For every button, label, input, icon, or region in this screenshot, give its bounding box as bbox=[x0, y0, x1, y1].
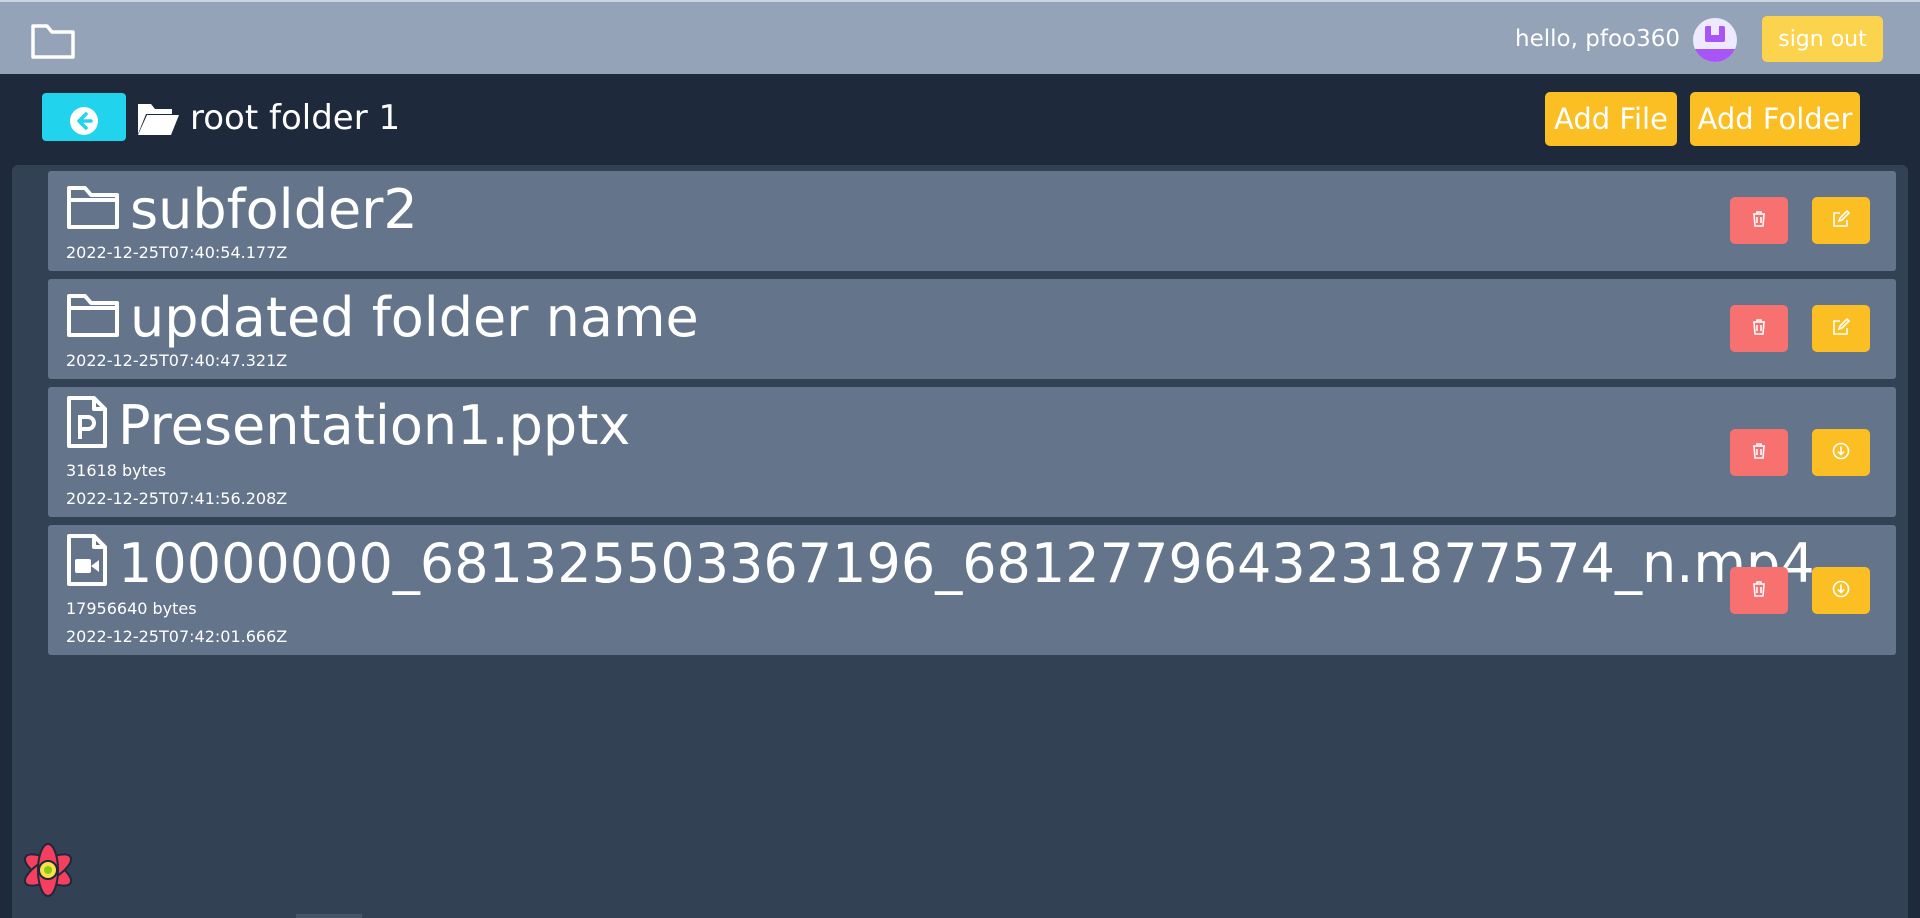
powerpoint-file-icon bbox=[67, 396, 107, 448]
list-item-file[interactable]: 10000000_681325503367196_681277964323187… bbox=[48, 525, 1896, 655]
delete-button[interactable] bbox=[1730, 567, 1788, 614]
list-item-file[interactable]: Presentation1.pptx 31618 bytes 2022-12-2… bbox=[48, 387, 1896, 517]
item-date: 2022-12-25T07:42:01.666Z bbox=[66, 627, 288, 646]
item-date: 2022-12-25T07:41:56.208Z bbox=[66, 489, 288, 508]
item-size: 17956640 bytes bbox=[66, 599, 197, 618]
item-date: 2022-12-25T07:40:47.321Z bbox=[66, 351, 288, 370]
download-button[interactable] bbox=[1812, 567, 1870, 614]
download-icon bbox=[1832, 442, 1850, 460]
file-list-panel: subfolder2 2022-12-25T07:40:54.177Z upda… bbox=[12, 165, 1908, 918]
add-folder-button[interactable]: Add Folder bbox=[1690, 92, 1860, 146]
download-icon bbox=[1832, 580, 1850, 598]
delete-button[interactable] bbox=[1730, 197, 1788, 244]
edit-button[interactable] bbox=[1812, 197, 1870, 244]
delete-button[interactable] bbox=[1730, 429, 1788, 476]
top-navbar: hello, pfoo360 sign out bbox=[0, 0, 1920, 74]
folder-icon bbox=[67, 186, 119, 229]
edit-icon bbox=[1833, 209, 1851, 227]
arrow-left-circle-icon bbox=[70, 107, 98, 135]
item-date: 2022-12-25T07:40:54.177Z bbox=[66, 243, 288, 262]
greeting-text: hello, pfoo360 bbox=[1515, 26, 1680, 52]
edit-button[interactable] bbox=[1812, 305, 1870, 352]
item-name[interactable]: subfolder2 bbox=[130, 183, 418, 237]
item-name[interactable]: 10000000_681325503367196_681277964323187… bbox=[118, 537, 1815, 591]
back-button[interactable] bbox=[42, 93, 126, 141]
delete-button[interactable] bbox=[1730, 305, 1788, 352]
edit-icon bbox=[1833, 317, 1851, 335]
folder-open-icon bbox=[138, 104, 179, 135]
sign-out-button[interactable]: sign out bbox=[1762, 16, 1883, 62]
item-size: 31618 bytes bbox=[66, 461, 167, 480]
item-name[interactable]: updated folder name bbox=[130, 291, 699, 345]
user-avatar-icon[interactable] bbox=[1693, 18, 1737, 62]
trash-icon bbox=[1753, 211, 1765, 227]
horizontal-scrollbar[interactable] bbox=[296, 914, 362, 918]
add-file-button[interactable]: Add File bbox=[1545, 92, 1677, 146]
trash-icon bbox=[1753, 581, 1765, 597]
download-button[interactable] bbox=[1812, 429, 1870, 476]
folder-outline-icon[interactable] bbox=[30, 20, 76, 60]
list-item-folder[interactable]: updated folder name 2022-12-25T07:40:47.… bbox=[48, 279, 1896, 379]
item-name[interactable]: Presentation1.pptx bbox=[118, 399, 630, 453]
video-file-icon bbox=[67, 534, 107, 586]
folder-icon bbox=[67, 294, 119, 337]
trash-icon bbox=[1753, 443, 1765, 459]
trash-icon bbox=[1753, 319, 1765, 335]
devtools-toggle-icon[interactable] bbox=[18, 840, 78, 900]
current-folder-title: root folder 1 bbox=[190, 98, 401, 138]
list-item-folder[interactable]: subfolder2 2022-12-25T07:40:54.177Z bbox=[48, 171, 1896, 271]
